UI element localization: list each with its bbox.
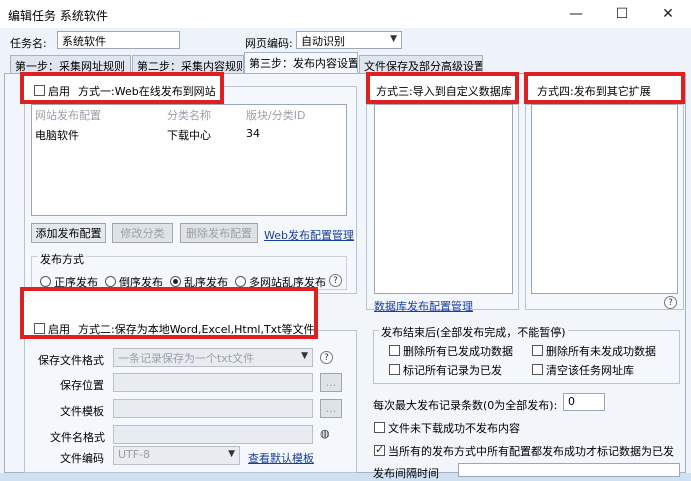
encoding-select[interactable]: 自动识别 ▼ <box>296 31 402 49</box>
help-icon[interactable]: ? <box>329 274 342 287</box>
task-name-input[interactable]: 系统软件 <box>57 31 180 49</box>
skip-unsuccessful-checkbox[interactable] <box>374 422 385 433</box>
file-encoding-value: UTF-8 <box>118 448 151 461</box>
skip-unsuccessful-label: 文件未下载成功不发布内容 <box>388 422 520 435</box>
insert-tag-icon[interactable]: ◍ <box>320 427 330 440</box>
option-label: 删除所有未发成功数据 <box>546 345 656 358</box>
max-records-input[interactable]: 0 <box>563 393 605 411</box>
file-encoding-select[interactable]: UTF-8 ▼ <box>113 446 240 465</box>
add-publish-config-button[interactable]: 添加发布配置 <box>31 223 106 243</box>
method3-title: 方式三:导入到自定义数据库 <box>376 85 512 98</box>
mark-all-success-checkbox[interactable] <box>374 443 385 456</box>
option-label: 标记所有记录为已发 <box>403 364 502 377</box>
browse-location-button[interactable]: ... <box>320 373 342 392</box>
chevron-down-icon: ▼ <box>228 449 235 459</box>
task-name-label: 任务名: <box>10 37 47 50</box>
table-header: 版块/分类ID <box>246 109 306 122</box>
method1-title: 方式一:Web在线发布到网站 <box>78 85 216 98</box>
browse-template-button[interactable]: ... <box>320 399 342 418</box>
method1-header: 启用 方式一:Web在线发布到网站 <box>20 72 224 104</box>
method3-header: 方式三:导入到自定义数据库 <box>366 72 519 104</box>
method2-enable-checkbox[interactable] <box>34 323 45 334</box>
method3-list <box>374 104 513 294</box>
publish-mode-radio[interactable] <box>235 276 246 287</box>
file-template-label: 文件模板 <box>60 405 104 418</box>
option-label: 清空该任务网址库 <box>546 364 634 377</box>
filename-format-label: 文件名格式 <box>50 431 105 444</box>
encoding-value: 自动识别 <box>301 35 345 48</box>
option-checkbox[interactable] <box>389 345 400 356</box>
publish-mode-radio[interactable] <box>170 276 181 287</box>
table-header: 分类名称 <box>167 109 211 122</box>
tab-step3[interactable]: 第三步：发布内容设置 <box>244 52 358 74</box>
table-header: 网站发布配置 <box>35 109 101 122</box>
method4-list <box>531 104 678 294</box>
tab-step1[interactable]: 第一步：采集网址规则 <box>10 55 131 73</box>
publish-mode-radio[interactable] <box>105 276 116 287</box>
save-location-label: 保存位置 <box>60 379 104 392</box>
edit-category-button[interactable]: 修改分类 <box>112 223 173 243</box>
tab-step2[interactable]: 第二步：采集内容规则 <box>132 55 244 73</box>
help-icon[interactable]: ? <box>664 296 677 309</box>
minimize-icon: — <box>569 6 583 22</box>
option-checkbox[interactable] <box>532 364 543 375</box>
method4-header: 方式四:发布到其它扩展 <box>524 72 685 104</box>
option-label: 删除所有已发成功数据 <box>403 345 513 358</box>
encoding-label: 网页编码: <box>245 37 293 50</box>
method1-enable-label: 启用 <box>48 85 70 98</box>
file-encoding-label: 文件编码 <box>60 452 104 465</box>
method2-header: 启用 方式二:保存为本地Word,Excel,Html,Txt等文件 <box>20 287 318 339</box>
window-title: 编辑任务 系统软件 <box>8 9 108 23</box>
table-cell: 电脑软件 <box>35 129 79 142</box>
save-location-input[interactable] <box>113 373 313 392</box>
publish-mode-label: 发布方式 <box>38 251 86 267</box>
publish-interval-input[interactable] <box>458 463 680 477</box>
file-template-input[interactable] <box>113 399 313 418</box>
database-publish-manage-link[interactable]: 数据库发布配置管理 <box>374 298 473 314</box>
table-row[interactable]: 电脑软件 下载中心 34 <box>32 125 346 143</box>
web-publish-manage-link[interactable]: Web发布配置管理 <box>264 227 354 243</box>
method4-title: 方式四:发布到其它扩展 <box>537 85 651 98</box>
save-format-label: 保存文件格式 <box>38 354 104 367</box>
maximize-button[interactable]: ☐ <box>599 0 645 28</box>
table-cell: 下载中心 <box>167 129 211 142</box>
publish-mode-radio[interactable] <box>40 276 51 287</box>
publish-config-table: 网站发布配置 分类名称 版块/分类ID 电脑软件 下载中心 34 <box>31 104 347 216</box>
close-button[interactable]: ✕ <box>645 0 691 28</box>
save-format-value: 一条记录保存为一个txt文件 <box>118 352 255 365</box>
option-checkbox[interactable] <box>389 364 400 375</box>
chevron-down-icon: ▼ <box>301 351 308 361</box>
method1-enable-checkbox[interactable] <box>34 85 45 96</box>
view-default-template-link[interactable]: 查看默认模板 <box>248 450 314 466</box>
minimize-button[interactable]: — <box>553 0 599 28</box>
method2-enable-label: 启用 <box>48 323 70 336</box>
method2-title: 方式二:保存为本地Word,Excel,Html,Txt等文件 <box>78 323 315 336</box>
maximize-icon: ☐ <box>615 6 629 22</box>
help-icon[interactable]: ? <box>320 351 333 364</box>
save-format-select[interactable]: 一条记录保存为一个txt文件 ▼ <box>113 348 313 367</box>
filename-format-input[interactable] <box>113 425 313 444</box>
max-records-label: 每次最大发布记录条数(0为全部发布): <box>373 399 558 412</box>
after-publish-title: 发布结束后(全部发布完成，不能暂停) <box>379 324 568 340</box>
tab-advanced[interactable]: 文件保存及部分高级设置 <box>359 55 483 73</box>
table-cell: 34 <box>246 127 260 140</box>
delete-publish-config-button[interactable]: 删除发布配置 <box>180 223 258 243</box>
option-checkbox[interactable] <box>532 345 543 356</box>
mark-all-success-label: 当所有的发布方式中所有配置都发布成功才标记数据为已发 <box>388 445 674 458</box>
title-bar: 编辑任务 系统软件 — ☐ ✕ <box>0 0 691 28</box>
publish-interval-label: 发布间隔时间 <box>373 467 439 480</box>
close-icon: ✕ <box>662 6 674 22</box>
chevron-down-icon: ▼ <box>390 34 397 44</box>
tab-label: 第三步：发布内容设置 <box>249 57 358 70</box>
